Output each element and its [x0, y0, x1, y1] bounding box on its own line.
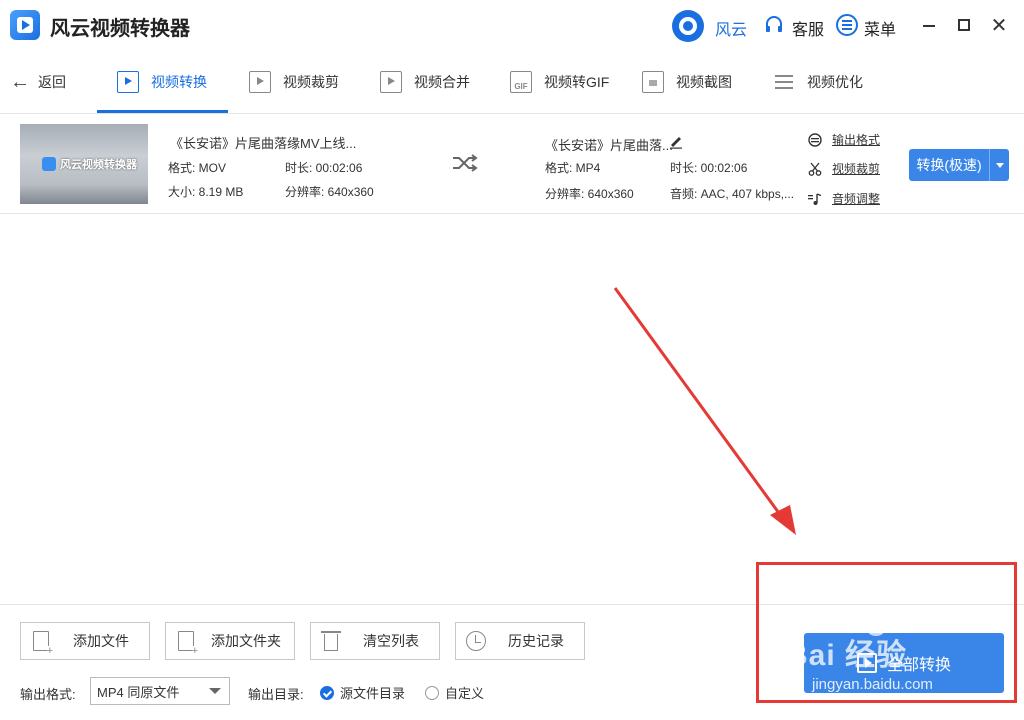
scissors-icon: [808, 162, 822, 176]
clear-list-label: 清空列表: [363, 633, 419, 649]
maximize-icon: [958, 19, 970, 31]
file-list-item[interactable]: 风云视频转换器 《长安诺》片尾曲落缘MV上线... 格式: MOV 时长: 00…: [0, 114, 1024, 214]
output-audio: 音频: AAC, 407 kbps,...: [670, 187, 795, 201]
watermark-url: jingyan.baidu.com: [812, 676, 933, 693]
video-thumbnail[interactable]: 风云视频转换器: [20, 124, 148, 204]
output-duration: 时长: 00:02:06: [670, 161, 748, 175]
tab-label: 视频截图: [676, 74, 732, 90]
add-file-label: 添加文件: [73, 633, 129, 649]
history-button[interactable]: 历史记录: [455, 622, 585, 660]
tab-label: 视频裁剪: [283, 74, 339, 90]
tab-video-crop[interactable]: 视频裁剪: [249, 50, 339, 114]
radio-custom-dir[interactable]: 自定义: [425, 683, 484, 702]
radio-checked-icon: [320, 685, 334, 700]
source-duration: 时长: 00:02:06: [285, 161, 363, 175]
radio-source-dir-label: 源文件目录: [340, 686, 406, 701]
radio-unchecked-icon: [425, 685, 439, 700]
minimize-button[interactable]: [918, 14, 940, 36]
arrow-left-icon: ←: [10, 71, 30, 93]
tab-video-to-gif[interactable]: GIF 视频转GIF: [510, 50, 609, 114]
clock-icon: [466, 631, 486, 651]
tab-video-merge[interactable]: 视频合并: [380, 50, 470, 114]
radio-custom-dir-label: 自定义: [445, 686, 485, 701]
clear-list-button[interactable]: 清空列表: [310, 622, 440, 660]
back-label: 返回: [38, 74, 66, 90]
tab-video-convert[interactable]: 视频转换: [117, 50, 207, 114]
history-label: 历史记录: [508, 633, 564, 649]
close-icon: ✕: [990, 14, 1008, 37]
tab-label: 视频转GIF: [544, 74, 610, 90]
source-size: 大小: 8.19 MB: [168, 185, 244, 199]
output-format-link-label[interactable]: 输出格式: [832, 131, 880, 148]
output-format: 格式: MP4: [545, 161, 601, 175]
close-button[interactable]: ✕: [988, 14, 1010, 37]
caret-down-icon: [995, 162, 1004, 168]
tab-video-optimize[interactable]: 视频优化: [773, 50, 863, 114]
app-logo-icon: [42, 157, 56, 171]
headset-icon[interactable]: [764, 15, 784, 35]
audio-adjust-link-label[interactable]: 音频调整: [832, 190, 880, 207]
output-format-value: MP4 同原文件: [97, 684, 180, 700]
thumbnail-brand-text: 风云视频转换器: [60, 159, 137, 171]
add-folder-label: 添加文件夹: [211, 633, 281, 649]
image-icon: [642, 71, 664, 93]
tab-label: 视频优化: [807, 74, 863, 90]
source-resolution: 分辨率: 640x360: [285, 185, 374, 199]
add-folder-icon: [178, 631, 198, 656]
menu-label[interactable]: 菜单: [864, 16, 896, 40]
watermark-text: Bai 经验: [786, 639, 908, 672]
convert-fast-button[interactable]: 转换(极速): [909, 149, 1009, 181]
output-dir-label: 输出目录:: [248, 687, 304, 702]
trash-icon: [321, 631, 341, 651]
title-bar: 风云视频转换器 风云 客服 菜单 ✕: [0, 0, 1024, 50]
convert-dropdown-button[interactable]: [990, 162, 1009, 168]
thumbnail-brand: 风云视频转换器: [42, 156, 137, 172]
app-logo-icon: [10, 10, 40, 40]
output-file-name: 《长安诺》片尾曲落...: [545, 138, 673, 153]
minimize-icon: [923, 25, 935, 27]
source-file-name: 《长安诺》片尾曲落缘MV上线...: [170, 136, 357, 151]
app-window: 风云视频转换器 风云 客服 菜单 ✕ ← 返回 视频转换 视频裁剪 视频合并 G…: [0, 0, 1024, 720]
caret-down-icon: [209, 688, 221, 694]
shuffle-icon: [453, 154, 478, 172]
video-crop-link[interactable]: 视频裁剪: [808, 160, 880, 177]
video-crop-icon: [249, 71, 271, 93]
video-merge-icon: [380, 71, 402, 93]
music-note-icon: [808, 192, 822, 205]
video-crop-link-label[interactable]: 视频裁剪: [832, 160, 880, 177]
video-convert-icon: [117, 71, 139, 93]
add-file-icon: [33, 631, 53, 656]
app-title: 风云视频转换器: [50, 18, 190, 40]
maximize-button[interactable]: [953, 14, 975, 36]
active-tab-indicator: [97, 110, 228, 113]
service-label[interactable]: 客服: [792, 16, 824, 40]
sliders-icon: [773, 71, 795, 93]
add-folder-button[interactable]: 添加文件夹: [165, 622, 295, 660]
tab-video-screenshot[interactable]: 视频截图: [642, 50, 732, 114]
tab-label: 视频合并: [414, 74, 470, 90]
audio-adjust-link[interactable]: 音频调整: [808, 190, 880, 207]
edit-pencil-icon[interactable]: [668, 133, 684, 149]
user-label[interactable]: 风云: [715, 16, 747, 40]
radio-source-dir[interactable]: 源文件目录: [320, 683, 405, 702]
back-button[interactable]: ← 返回: [10, 72, 66, 92]
tab-label: 视频转换: [151, 74, 207, 90]
gif-icon: GIF: [510, 71, 532, 93]
convert-fast-label: 转换(极速): [916, 157, 982, 173]
output-format-select[interactable]: MP4 同原文件: [90, 677, 230, 705]
nav-bar: ← 返回 视频转换 视频裁剪 视频合并 GIF 视频转GIF 视频截图 视频优化: [0, 50, 1024, 114]
add-file-button[interactable]: 添加文件: [20, 622, 150, 660]
settings-circle-icon: [808, 132, 822, 147]
menu-icon[interactable]: [836, 14, 858, 36]
output-format-label: 输出格式:: [20, 687, 76, 702]
user-avatar-icon[interactable]: [672, 10, 704, 42]
output-resolution: 分辨率: 640x360: [545, 187, 634, 201]
output-format-link[interactable]: 输出格式: [808, 131, 880, 148]
source-format: 格式: MOV: [168, 161, 227, 175]
